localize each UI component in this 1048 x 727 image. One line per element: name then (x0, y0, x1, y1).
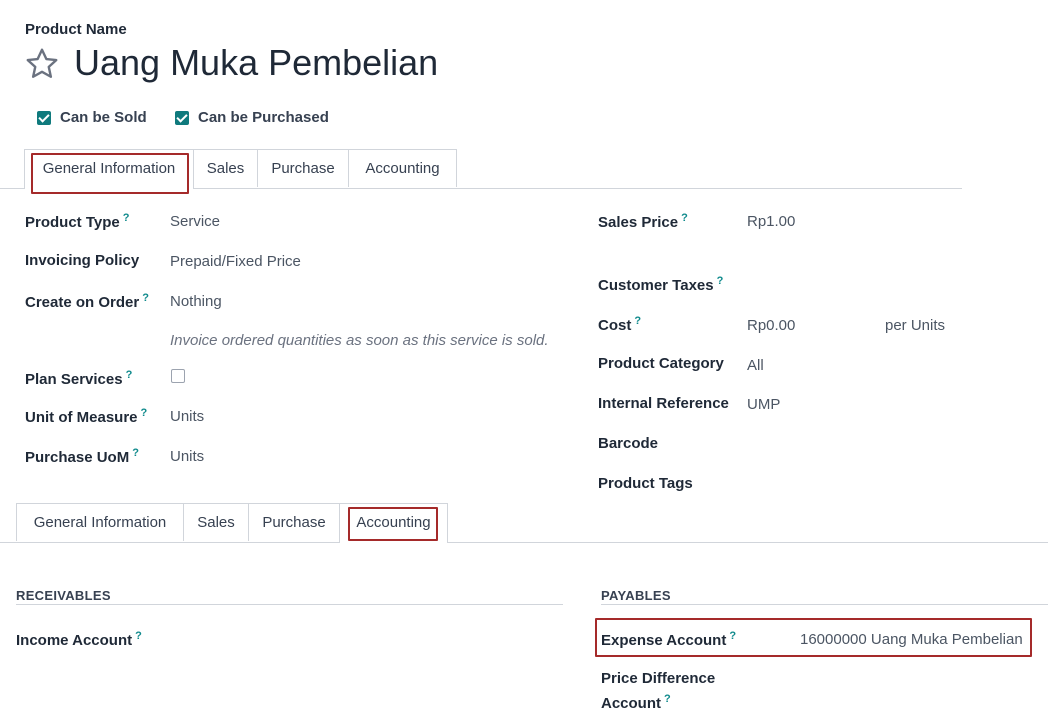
barcode-label: Barcode (598, 435, 659, 452)
purchase-uom-label: Purchase UoM? (25, 447, 139, 466)
product-tags-label: Product Tags (598, 475, 693, 492)
cost-value[interactable]: Rp0.00 (747, 317, 795, 334)
unit-of-measure-value[interactable]: Units (170, 408, 204, 425)
purchase-uom-value[interactable]: Units (170, 448, 204, 465)
product-category-label: Product Category (598, 355, 724, 372)
tab-general-information-bottom[interactable]: General Information (16, 503, 184, 541)
plan-services-label: Plan Services? (25, 369, 133, 388)
can-be-purchased-label: Can be Purchased (198, 109, 329, 126)
favorite-star-icon[interactable] (24, 46, 60, 87)
income-account-label: Income Account? (16, 630, 142, 649)
price-difference-account-label: Account? (601, 693, 671, 712)
receivables-title: RECEIVABLES (16, 588, 111, 603)
product-name-input[interactable]: Uang Muka Pembelian (74, 42, 438, 84)
help-icon[interactable]: ? (681, 212, 688, 224)
internal-reference-label: Internal Reference (598, 395, 729, 412)
product-type-label: Product Type? (25, 212, 130, 231)
sales-price-label: Sales Price? (598, 212, 688, 231)
create-on-order-label: Create on Order? (25, 292, 149, 311)
can-be-sold-label: Can be Sold (60, 109, 147, 126)
help-icon[interactable]: ? (717, 275, 724, 287)
product-name-label: Product Name (25, 21, 127, 38)
payables-title: PAYABLES (601, 588, 671, 603)
tab-accounting[interactable]: Accounting (348, 149, 457, 187)
help-icon[interactable]: ? (634, 315, 641, 327)
tab-sales-bottom[interactable]: Sales (183, 503, 249, 541)
customer-taxes-label: Customer Taxes? (598, 275, 724, 294)
internal-reference-value[interactable]: UMP (747, 396, 780, 413)
help-icon[interactable]: ? (664, 693, 671, 705)
invoicing-policy-label: Invoicing Policy (25, 252, 140, 269)
unit-of-measure-label: Unit of Measure? (25, 407, 148, 426)
price-difference-label: Price Difference (601, 670, 716, 687)
tab-sales[interactable]: Sales (193, 149, 258, 187)
help-icon[interactable]: ? (132, 447, 139, 459)
highlight-box (31, 153, 189, 194)
help-icon[interactable]: ? (142, 292, 149, 304)
help-icon[interactable]: ? (123, 212, 130, 224)
product-category-value[interactable]: All (747, 357, 764, 374)
invoicing-policy-value[interactable]: Prepaid/Fixed Price (170, 253, 301, 270)
help-icon[interactable]: ? (135, 630, 142, 642)
product-type-value[interactable]: Service (170, 213, 220, 230)
tab-purchase-bottom[interactable]: Purchase (248, 503, 340, 541)
plan-services-checkbox[interactable] (171, 369, 185, 383)
can-be-purchased-checkbox[interactable] (175, 111, 189, 125)
highlight-box (595, 618, 1032, 657)
cost-label: Cost? (598, 315, 642, 334)
sales-price-value[interactable]: Rp1.00 (747, 213, 795, 230)
tab-purchase[interactable]: Purchase (257, 149, 349, 187)
cost-unit: per Units (885, 317, 946, 334)
highlight-box (348, 507, 438, 541)
can-be-sold-checkbox[interactable] (37, 111, 51, 125)
create-on-order-value[interactable]: Nothing (170, 293, 222, 310)
help-icon[interactable]: ? (141, 407, 148, 419)
help-icon[interactable]: ? (126, 369, 133, 381)
invoicing-hint: Invoice ordered quantities as soon as th… (170, 332, 549, 349)
